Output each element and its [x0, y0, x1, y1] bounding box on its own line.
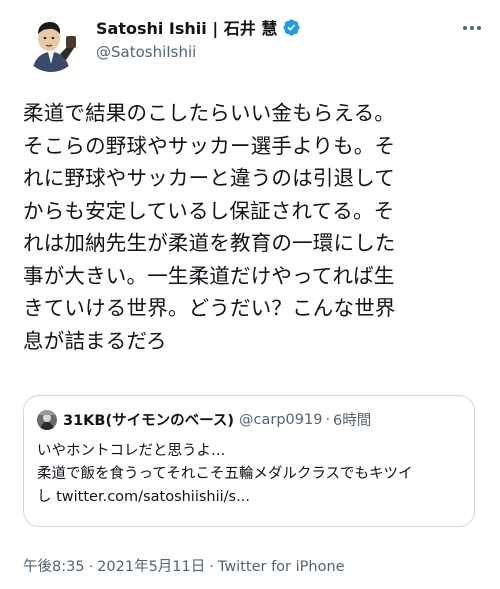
tweet-footer: 午後8:35 · 2021年5月11日 · Twitter for iPhone — [23, 555, 345, 576]
display-name-row: Satoshi Ishii | 石井 慧 — [96, 15, 301, 39]
footer-separator: · — [209, 559, 214, 575]
tweet-header: Satoshi Ishii | 石井 慧 @SatoshiIshii — [0, 0, 500, 80]
footer-separator: · — [88, 559, 94, 575]
quoted-author-avatar — [37, 409, 57, 430]
caricature-avatar-icon — [22, 14, 80, 72]
tweet-text: 柔道で結果のこしたらいい金もらえる。 そこらの野球やサッカー選手よりも。そ れに… — [23, 101, 396, 353]
quoted-author-handle: @carp0919 — [239, 411, 323, 428]
more-options-icon[interactable] — [460, 16, 484, 40]
author-display-name[interactable]: Satoshi Ishii | 石井 慧 — [96, 15, 277, 39]
quoted-tweet[interactable]: 31KB(サイモンのベース) @carp0919 · 6時間 いやホントコレだと… — [23, 395, 475, 527]
quoted-separator: · — [325, 411, 331, 428]
quoted-avatar-icon — [37, 409, 57, 430]
quoted-tweet-header: 31KB(サイモンのベース) @carp0919 · 6時間 — [37, 409, 371, 430]
quoted-author-name: 31KB(サイモンのベース) — [63, 413, 234, 429]
tweet-time[interactable]: 午後8:35 — [23, 559, 85, 575]
author-avatar[interactable] — [22, 14, 80, 72]
quoted-timestamp: 6時間 — [333, 413, 372, 429]
author-names: Satoshi Ishii | 石井 慧 @SatoshiIshii — [96, 15, 301, 61]
verified-badge-icon — [282, 18, 301, 37]
tweet-source[interactable]: Twitter for iPhone — [218, 559, 345, 575]
quoted-tweet-text: いやホントコレだと思うよ… 柔道で飯を食うってそれこそ五輪メダルクラスでもキツイ… — [37, 443, 413, 505]
author-handle[interactable]: @SatoshiIshii — [96, 43, 301, 61]
tweet-date[interactable]: 2021年5月11日 — [97, 559, 205, 575]
